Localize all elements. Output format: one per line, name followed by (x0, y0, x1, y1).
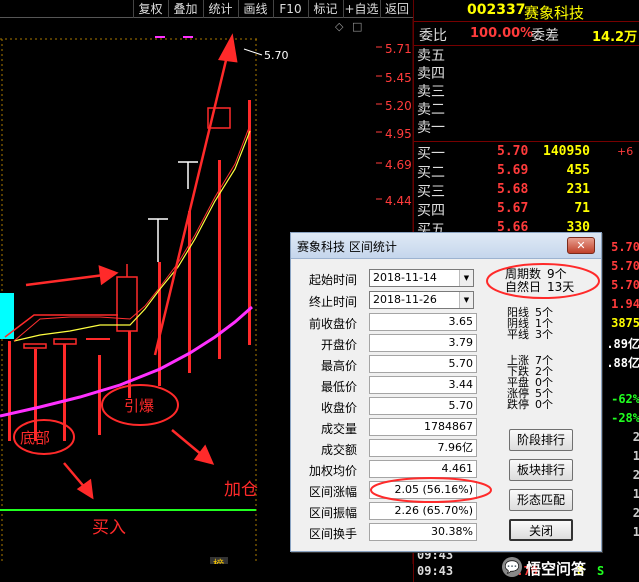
stock-name: 赛象科技 (524, 4, 585, 22)
buy-vol: 231 (566, 182, 590, 197)
toolbar-stats-button[interactable]: 统计 (203, 0, 237, 18)
toolbar-add-watchlist-button[interactable]: +自选 (343, 0, 379, 18)
buy-list: 买一 5.70 140950 +6 买二 5.69 455 买三 5.68 23… (417, 143, 639, 238)
arrow (153, 51, 230, 356)
buy-label: 买四 (417, 203, 445, 219)
toolbar-draw-button[interactable]: 画线 (238, 0, 272, 18)
dialog-annotations (370, 263, 600, 503)
buy-price: 5.68 (497, 182, 529, 197)
sell-label: 卖一 (417, 120, 445, 136)
buy-label: 买二 (417, 165, 445, 181)
anno-add: 加仓 (224, 480, 258, 500)
bar (98, 355, 101, 435)
toolbar-mark-button[interactable]: 标记 (308, 0, 342, 18)
sell-label: 卖二 (417, 102, 445, 118)
buy-price: 5.69 (497, 163, 529, 178)
toolbar-back-button[interactable]: 返回 (380, 0, 413, 18)
tick-time: 09:43 (417, 564, 454, 578)
price-tick: 5.20 (385, 99, 412, 113)
buy-price: 5.67 (497, 201, 529, 216)
webi-label: 委比 (419, 28, 447, 44)
period-ellipse (486, 263, 600, 299)
watermark-text: 悟空问答 (526, 560, 587, 578)
sell-label: 卖三 (417, 84, 445, 100)
bar (188, 211, 191, 373)
arrow (171, 429, 203, 456)
edge-value: 5.70 (611, 259, 639, 273)
buy-row[interactable]: 买二 5.69 455 (417, 162, 639, 181)
buy-label: 买三 (417, 184, 445, 200)
price-tick: 4.69 (385, 158, 412, 172)
right-edge-values: 5.70 5.70 5.70 1.94 3875 .89亿 .88亿 -62% … (602, 240, 639, 544)
anno-ignite: 引爆 (124, 397, 154, 415)
buy-row[interactable]: 买三 5.68 231 (417, 181, 639, 200)
edge-value: 1 (632, 487, 639, 501)
price-tick: 5.45 (385, 71, 412, 85)
edge-value: 1 (632, 449, 639, 463)
edge-value: 2 (632, 468, 639, 482)
toolbar-overlay-button[interactable]: 叠加 (168, 0, 202, 18)
edge-value: -62% (611, 392, 639, 406)
bar (34, 349, 37, 441)
candle (23, 343, 47, 349)
sell-label: 卖四 (417, 66, 445, 82)
anno-bottom: 底部 (20, 429, 50, 447)
high-price-marker: 5.70 (264, 49, 289, 62)
edge-value: 2 (632, 430, 639, 444)
edge-value: 1.94 (611, 297, 639, 311)
toolbar-fuquan-button[interactable]: 复权 (133, 0, 167, 18)
price-axis: 5.71 5.45 5.20 4.95 4.69 4.44 (385, 42, 412, 208)
sell-label: 卖五 (417, 48, 445, 64)
bar (63, 344, 66, 441)
buy-price: 5.70 (497, 144, 529, 159)
stock-code: 002337 (467, 2, 526, 18)
weicha-value: 14.2万 (592, 30, 638, 45)
rank-tag: 榜 (213, 557, 224, 564)
buy-row[interactable]: 买一 5.70 140950 +6 (417, 143, 639, 162)
edge-value: 2 (632, 506, 639, 520)
price-tick: 5.71 (385, 42, 412, 56)
edge-value: -28% (611, 411, 639, 425)
edge-value: 5.70 (611, 278, 639, 292)
buy-row[interactable]: 买四 5.67 71 (417, 200, 639, 219)
range-stats-dialog: 赛象科技 区间统计 ✕ 起始时间 2018-11-14 ▼ 终止时间 2018-… (290, 232, 602, 552)
gain-ellipse (370, 477, 492, 503)
candle (116, 276, 138, 332)
edge-value: .89亿 (606, 337, 639, 351)
candle (53, 338, 77, 345)
buy-label: 买一 (417, 146, 445, 162)
price-tick: 4.95 (385, 127, 412, 141)
price-tick: 4.44 (385, 194, 412, 208)
edge-value: 3875 (611, 316, 639, 330)
edge-value: 1 (632, 525, 639, 539)
buy-vol: 455 (566, 163, 590, 178)
bar (8, 341, 11, 441)
webi-value: 100.00% (470, 26, 534, 41)
anno-buy: 买入 (92, 518, 126, 538)
chat-bubble-icon: 💬 (502, 557, 522, 577)
edge-value: .88亿 (606, 356, 639, 370)
buy-vol: 140950 (543, 144, 590, 159)
watermark: 💬 悟空问答 (502, 556, 639, 578)
chart-toolbar: 复权 叠加 统计 画线 F10 标记 +自选 返回 (0, 0, 413, 18)
toolbar-f10-button[interactable]: F10 (273, 0, 307, 18)
weicha-label: 委差 (531, 28, 559, 44)
buy-change: +6 (617, 145, 634, 158)
sell-list: 卖五 卖四 卖三 卖二 卖一 (417, 47, 445, 137)
kline-bars (8, 100, 251, 441)
buy-vol: 71 (574, 201, 590, 216)
edge-value: 5.70 (611, 240, 639, 254)
stock-header: 002337 赛象科技 (414, 0, 639, 22)
arrow (25, 273, 105, 287)
